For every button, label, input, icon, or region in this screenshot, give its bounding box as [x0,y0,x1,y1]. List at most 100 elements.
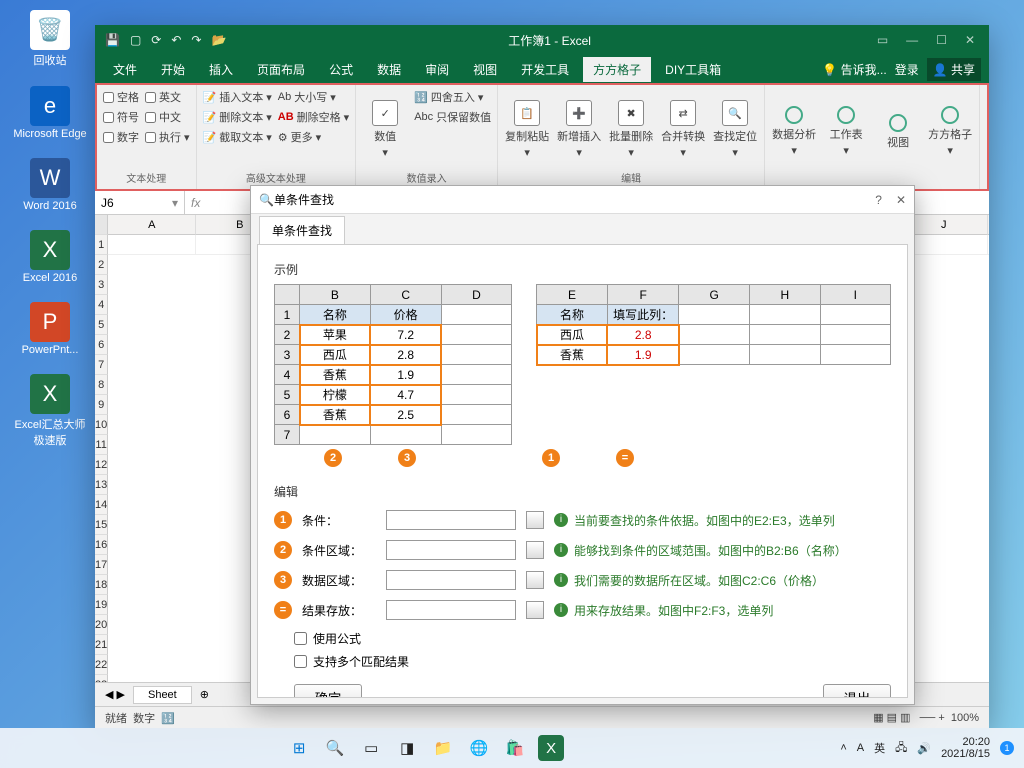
ribbon-options-icon[interactable]: ▭ [877,33,888,47]
tray-chevron-icon[interactable]: ˄ [840,742,846,754]
maximize-icon[interactable]: ☐ [936,33,947,47]
refedit-icon[interactable] [526,511,544,529]
btn-del-space[interactable]: AB 删除空格 ▾ [278,109,349,125]
window-title: 工作簿1 - Excel [236,32,862,49]
chk-multi[interactable]: 支持多个匹配结果 [294,653,891,670]
tab-formula[interactable]: 公式 [319,57,363,82]
chk-formula[interactable]: 使用公式 [294,630,891,647]
field-condrange-input[interactable] [386,540,516,560]
qat-redo-icon[interactable]: ↷ [191,33,201,47]
field-result-label: 结果存放： [302,602,376,619]
desktop-icon-edge[interactable]: eMicrosoft Edge [10,86,90,140]
example-result-table: EFGHI 名称填写此列： 西瓜2.8 香蕉1.9 [536,284,891,365]
name-box[interactable]: J6▾ [95,191,185,214]
tab-review[interactable]: 审阅 [415,57,459,82]
tab-layout[interactable]: 页面布局 [247,57,315,82]
btn-keep-value[interactable]: Abc 只保留数值 [414,109,491,125]
ime-lang[interactable]: 英 [874,740,885,756]
dialog-tab[interactable]: 单条件查找 [259,216,345,244]
share-button[interactable]: 👤 共享 [927,58,981,81]
field-condrange-label: 条件区域： [302,542,376,559]
qat-new-icon[interactable]: ▢ [130,33,141,47]
btn-find[interactable]: 🔍查找定位▾ [712,89,758,170]
tab-home[interactable]: 开始 [151,57,195,82]
volume-icon[interactable]: 🔊 [917,742,931,755]
status-bar: 就绪 数字 🔢 ▦ ▤ ▥ ── + 100% [95,706,989,728]
desktop-icon-word[interactable]: WWord 2016 [10,158,90,212]
cancel-button[interactable]: 退出 [823,684,891,698]
tab-file[interactable]: 文件 [103,57,147,82]
taskview-icon[interactable]: ▭ [358,735,384,761]
desktop-icon-ppt[interactable]: PPowerPnt... [10,302,90,356]
btn-delete-text[interactable]: 📝 删除文本 ▾ [203,109,272,125]
btn-copy-paste[interactable]: 📋复制粘贴▾ [504,89,550,170]
store-icon[interactable]: 🛍️ [502,735,528,761]
qat-open-icon[interactable]: 📂 [211,33,226,47]
minimize-icon[interactable]: — [906,33,918,47]
fx-icon[interactable]: fx [191,196,200,210]
qat-undo-icon[interactable]: ↶ [171,33,181,47]
row-headers[interactable]: 1234567891011121314151617181920212223 [95,215,108,682]
qat-save-icon[interactable]: 💾 [105,33,120,47]
chk-english[interactable]: 英文 [145,89,190,105]
start-icon[interactable]: ⊞ [286,735,312,761]
desktop-icon-recycle[interactable]: 🗑️回收站 [10,10,90,68]
dialog-title: 单条件查找 [274,191,875,208]
chk-number[interactable]: 数字 [103,129,139,145]
lookup-dialog: 🔍 单条件查找 ?✕ 单条件查找 示例 BCD 1名称价格 2苹果7.2 3西瓜… [250,185,915,705]
ribbon-panel: 空格 符号 数字 英文 中文 执行 ▾ 文本处理 📝 插入文本 ▾ [95,83,989,191]
btn-insert-new[interactable]: ➕新增插入▾ [556,89,602,170]
tab-dev[interactable]: 开发工具 [511,57,579,82]
tab-ffgz[interactable]: 方方格子 [583,57,651,82]
field-cond-input[interactable] [386,510,516,530]
btn-view[interactable]: 视图 [875,89,921,174]
clock[interactable]: 20:202021/8/15 [941,736,990,760]
chk-chinese[interactable]: 中文 [145,109,190,125]
tab-insert[interactable]: 插入 [199,57,243,82]
dialog-close-icon[interactable]: ✕ [896,193,906,207]
refedit-icon[interactable] [526,571,544,589]
chk-space[interactable]: 空格 [103,89,139,105]
tellme[interactable]: 💡 告诉我... [822,61,886,78]
close-icon[interactable]: ✕ [965,33,975,47]
tab-diy[interactable]: DIY工具箱 [655,57,731,82]
btn-analysis[interactable]: 数据分析▾ [771,89,817,174]
field-cond-label: 条件： [302,512,376,529]
btn-sheet[interactable]: 工作表▾ [823,89,869,174]
qat-refresh-icon[interactable]: ⟳ [151,33,161,47]
network-icon[interactable]: 🖧 [895,739,907,758]
btn-case[interactable]: Ab 大小写 ▾ [278,89,349,105]
chk-execute[interactable]: 执行 ▾ [145,129,190,145]
field-datarange-input[interactable] [386,570,516,590]
btn-more[interactable]: ⚙ 更多 ▾ [278,129,349,145]
refedit-icon[interactable] [526,601,544,619]
edge-taskbar-icon[interactable]: 🌐 [466,735,492,761]
btn-batch-del[interactable]: ✖批量删除▾ [608,89,654,170]
desktop-icon-exceltool[interactable]: XExcel汇总大师 极速版 [10,374,90,448]
tab-view[interactable]: 视图 [463,57,507,82]
add-sheet-icon[interactable]: ⊕ [200,688,209,701]
btn-cut-text[interactable]: 📝 截取文本 ▾ [203,129,272,145]
field-result-input[interactable] [386,600,516,620]
dialog-icon: 🔍 [259,193,274,207]
excel-taskbar-icon[interactable]: X [538,735,564,761]
ok-button[interactable]: 确定 [294,684,362,698]
tab-data[interactable]: 数据 [367,57,411,82]
refedit-icon[interactable] [526,541,544,559]
login-button[interactable]: 登录 [895,61,919,78]
btn-ffgz[interactable]: 方方格子▾ [927,89,973,174]
btn-round[interactable]: 🔢 四舍五入 ▾ [414,89,491,105]
btn-insert-text[interactable]: 📝 插入文本 ▾ [203,89,272,105]
notif-badge[interactable]: 1 [1000,741,1014,755]
desktop-icon-excel[interactable]: XExcel 2016 [10,230,90,284]
taskbar: ⊞ 🔍 ▭ ◨ 📁 🌐 🛍️ X ˄ A 英 🖧 🔊 20:202021/8/1… [0,728,1024,768]
chk-symbol[interactable]: 符号 [103,109,139,125]
widgets-icon[interactable]: ◨ [394,735,420,761]
btn-value[interactable]: ✓数值▾ [362,89,408,170]
ime-a[interactable]: A [857,742,864,754]
field-datarange-label: 数据区域： [302,572,376,589]
explorer-icon[interactable]: 📁 [430,735,456,761]
dialog-help-icon[interactable]: ? [875,193,882,207]
btn-merge[interactable]: ⇄合并转换▾ [660,89,706,170]
search-icon[interactable]: 🔍 [322,735,348,761]
